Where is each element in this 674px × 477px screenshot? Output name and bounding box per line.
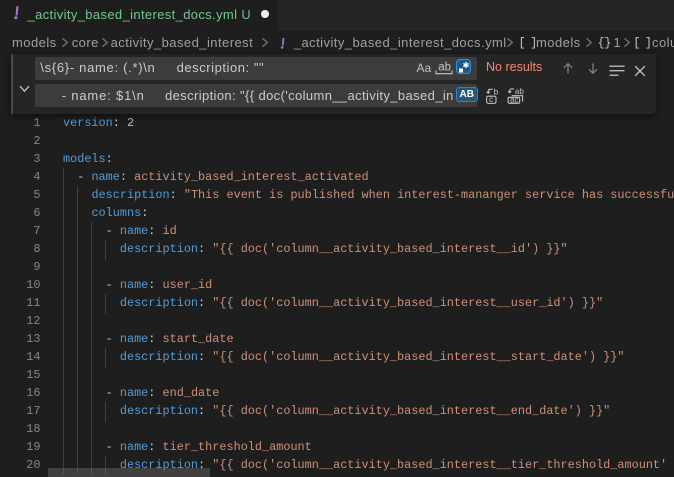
svg-text:ab: ab bbox=[438, 61, 451, 73]
svg-text:ac: ac bbox=[510, 95, 518, 104]
svg-text:b: b bbox=[494, 87, 499, 97]
